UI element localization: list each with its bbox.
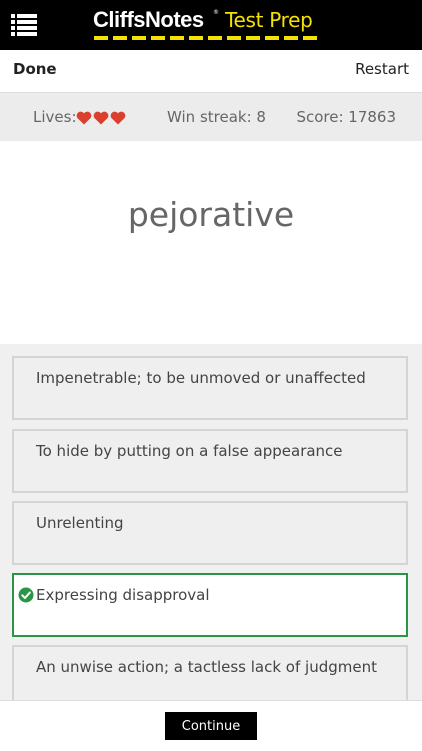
answer-label: Expressing disapproval <box>36 586 210 604</box>
logo-brand-text: CliffsNotes <box>93 7 204 32</box>
stats-bar: Lives: Win streak: 8 Score: 17863 <box>0 93 422 141</box>
restart-button[interactable]: Restart <box>355 60 409 78</box>
quiz-toolbar: Done Restart <box>0 50 422 93</box>
answer-option-4-correct[interactable]: Expressing disapproval <box>12 573 408 637</box>
logo-stripe <box>94 36 321 40</box>
question-word: pejorative <box>127 195 295 234</box>
cliffsnotes-logo: CliffsNotes ® Test Prep <box>93 6 333 44</box>
lives-hearts <box>76 111 128 125</box>
heart-icon <box>93 111 109 125</box>
done-button[interactable]: Done <box>13 60 57 78</box>
heart-icon <box>76 111 92 125</box>
app-header: CliffsNotes ® Test Prep <box>0 0 422 50</box>
win-streak: Win streak: 8 <box>167 108 266 126</box>
logo-registered-mark: ® <box>213 9 219 16</box>
answer-option-3[interactable]: Unrelenting <box>12 501 408 565</box>
menu-icon <box>11 14 37 36</box>
score: Score: 17863 <box>296 108 396 126</box>
answer-label: Unrelenting <box>36 514 124 532</box>
answer-label: To hide by putting on a false appearance <box>36 442 343 460</box>
answer-label: An unwise action; a tactless lack of jud… <box>36 658 377 676</box>
logo-product-text: Test Prep <box>225 8 313 32</box>
question-panel: pejorative <box>0 141 422 344</box>
check-circle-icon <box>18 587 34 603</box>
continue-button[interactable]: Continue <box>165 712 257 740</box>
answer-option-2[interactable]: To hide by putting on a false appearance <box>12 429 408 493</box>
answer-option-1[interactable]: Impenetrable; to be unmoved or unaffecte… <box>12 356 408 420</box>
footer-bar: Continue <box>0 700 422 751</box>
menu-button[interactable] <box>9 12 39 38</box>
lives-label: Lives: <box>33 108 77 126</box>
heart-icon <box>110 111 126 125</box>
answer-label: Impenetrable; to be unmoved or unaffecte… <box>36 369 366 387</box>
